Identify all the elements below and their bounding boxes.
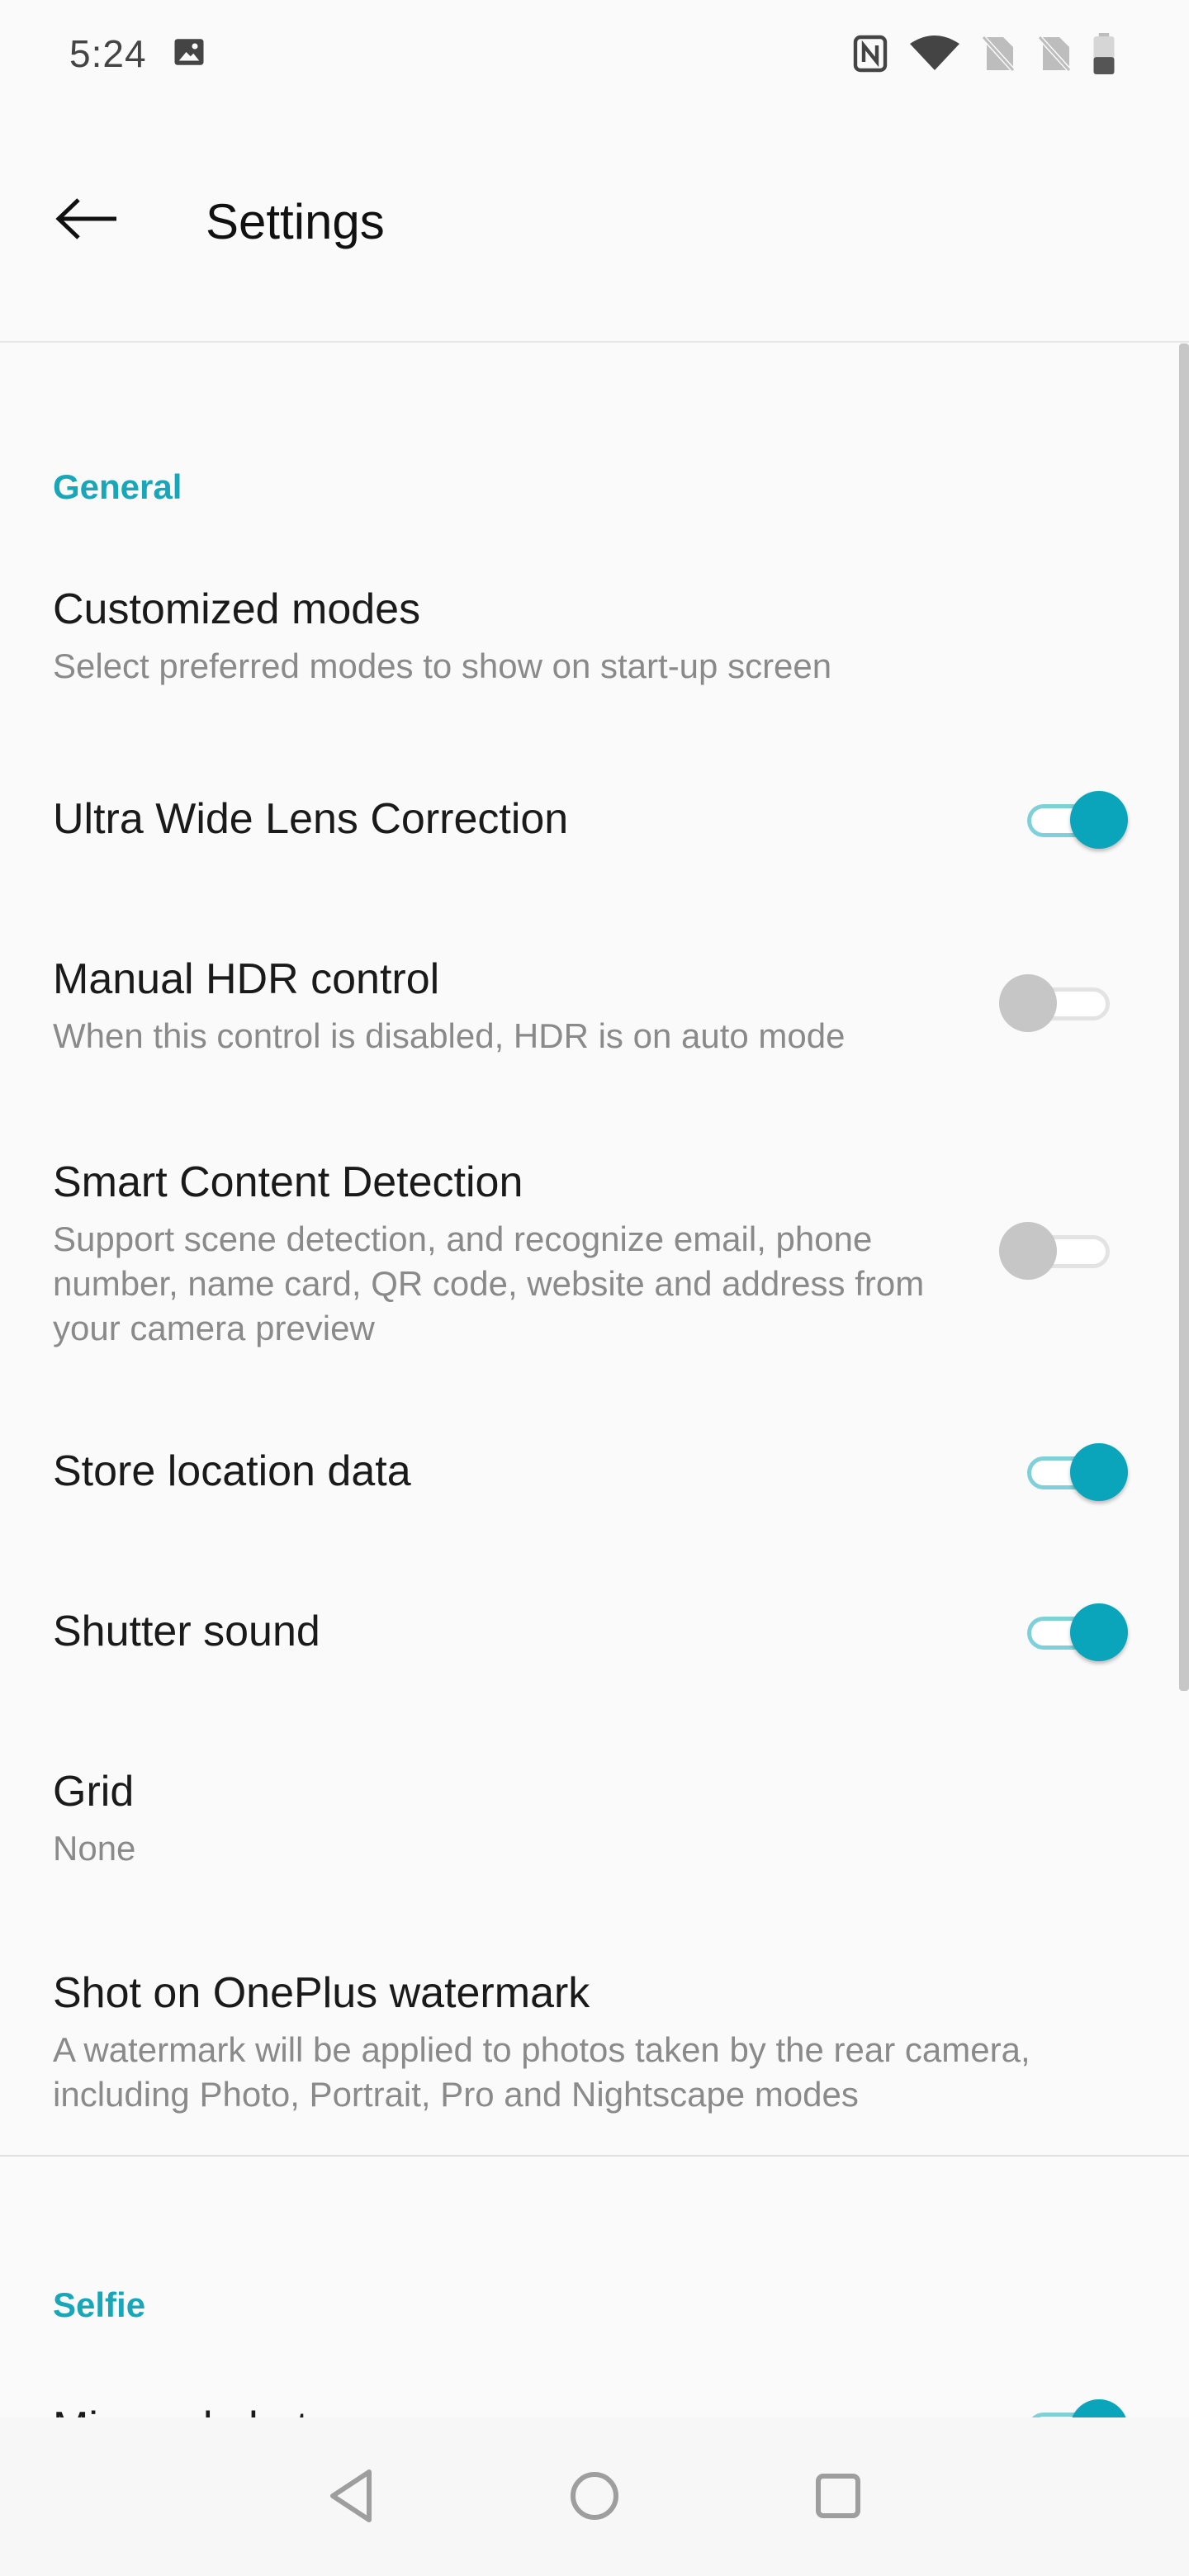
status-left: 5:24 (69, 31, 206, 76)
navigation-bar (0, 2417, 1189, 2576)
setting-subtitle-line: including Photo, Portrait, Pro and Night… (53, 2075, 859, 2114)
setting-mirrored-photos[interactable]: Mirrored photos (0, 2394, 1189, 2417)
no-sim-icon (1035, 34, 1073, 73)
manual-hdr-toggle[interactable] (999, 969, 1115, 1035)
nav-recents-icon (813, 2471, 863, 2525)
page-title: Settings (206, 194, 385, 249)
nav-back-icon (326, 2467, 379, 2529)
wifi-icon (908, 34, 961, 73)
settings-screen: 5:24 Settings General Customized modes S… (0, 0, 1189, 2576)
no-sim-icon (979, 34, 1017, 73)
setting-subtitle-line: Support scene detection, and recognize e… (53, 1219, 873, 1258)
setting-title: Mirrored photos (53, 2403, 353, 2417)
status-right (850, 33, 1116, 74)
image-icon (172, 35, 206, 73)
setting-subtitle: Select preferred modes to show on start-… (53, 646, 832, 685)
section-divider (0, 2155, 1189, 2157)
smart-content-toggle[interactable] (999, 1217, 1115, 1283)
app-bar: Settings (0, 107, 1189, 343)
setting-grid[interactable]: Grid None (0, 1750, 1172, 1899)
setting-subtitle: When this control is disabled, HDR is on… (53, 1016, 846, 1055)
setting-title: Manual HDR control (53, 955, 440, 1003)
nav-home-button[interactable] (557, 2460, 632, 2535)
setting-title: Shot on OnePlus watermark (53, 1969, 590, 2017)
setting-title: Store location data (53, 1447, 411, 1495)
arrow-left-icon (55, 197, 118, 244)
nfc-icon (850, 34, 890, 73)
setting-smart-content-detection[interactable]: Smart Content Detection Support scene de… (0, 1139, 1172, 1362)
setting-subtitle: None (53, 1829, 136, 1868)
status-bar: 5:24 (0, 0, 1189, 107)
scrollbar[interactable] (1179, 343, 1189, 1691)
setting-ultra-wide-lens-correction[interactable]: Ultra Wide Lens Correction (0, 768, 1172, 875)
setting-manual-hdr-control[interactable]: Manual HDR control When this control is … (0, 933, 1172, 1082)
setting-title: Customized modes (53, 585, 421, 633)
setting-title: Smart Content Detection (53, 1158, 523, 1206)
section-header-general: General (53, 467, 182, 506)
setting-title: Shutter sound (53, 1608, 320, 1655)
shutter-sound-toggle[interactable] (1021, 1598, 1128, 1664)
back-button[interactable] (41, 183, 132, 258)
setting-subtitle-line: number, name card, QR code, website and … (53, 1264, 925, 1303)
setting-subtitle-line: A watermark will be applied to photos ta… (53, 2030, 1030, 2069)
setting-shot-on-oneplus-watermark[interactable]: Shot on OnePlus watermark A watermark wi… (0, 1957, 1172, 2138)
setting-shutter-sound[interactable]: Shutter sound (0, 1580, 1172, 1688)
nav-home-icon (568, 2469, 621, 2526)
setting-title: Ultra Wide Lens Correction (53, 795, 569, 843)
mirrored-photos-toggle[interactable] (1021, 2394, 1128, 2417)
battery-icon (1092, 33, 1116, 74)
setting-subtitle-line: your camera preview (53, 1309, 375, 1347)
section-header-selfie: Selfie (53, 2285, 146, 2324)
status-time: 5:24 (69, 32, 147, 75)
setting-store-location-data[interactable]: Store location data (0, 1420, 1172, 1527)
ultra-wide-toggle[interactable] (1021, 786, 1128, 852)
setting-customized-modes[interactable]: Customized modes Select preferred modes … (0, 570, 1172, 735)
nav-back-button[interactable] (315, 2460, 390, 2535)
store-location-toggle[interactable] (1021, 1438, 1128, 1504)
setting-title: Grid (53, 1768, 135, 1816)
nav-recents-button[interactable] (801, 2460, 875, 2535)
